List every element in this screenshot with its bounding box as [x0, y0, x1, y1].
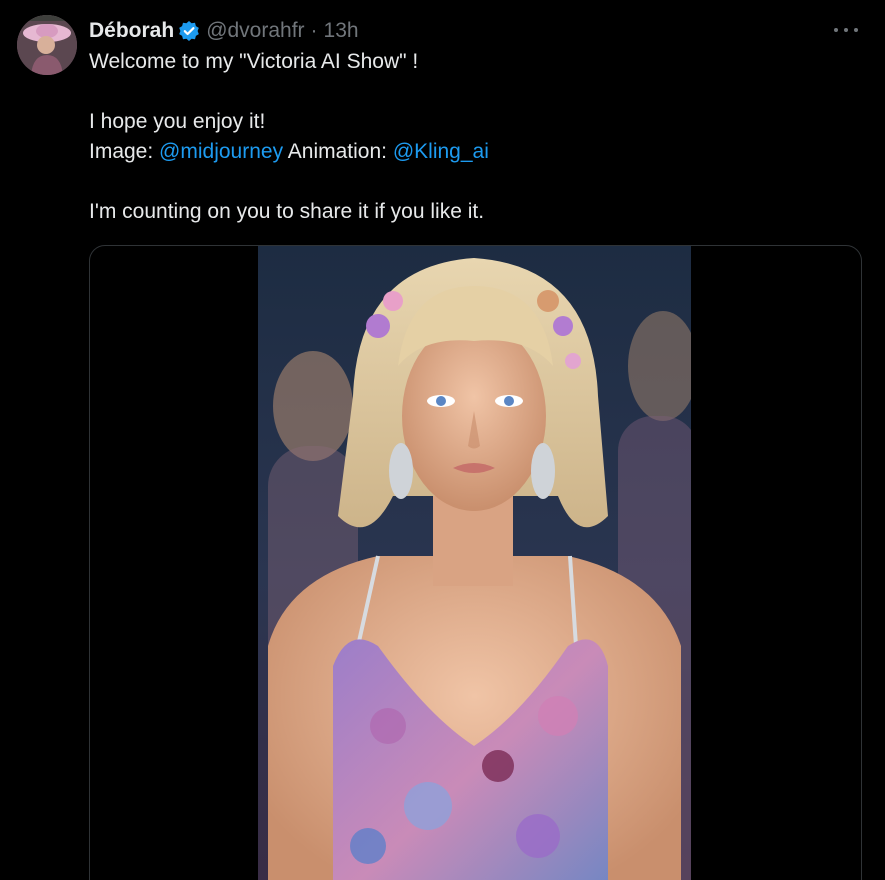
display-name[interactable]: Déborah	[89, 19, 174, 43]
tweet-line-welcome: Welcome to my "Victoria AI Show" !	[89, 50, 419, 73]
verified-badge-icon	[178, 20, 200, 42]
tweet-header: Déborah @dvorahfr · 13h	[89, 17, 359, 45]
more-options-icon[interactable]	[834, 20, 858, 40]
video-frame[interactable]	[258, 246, 691, 880]
media-video[interactable]	[89, 245, 862, 880]
separator-dot: ·	[310, 19, 318, 42]
tweet-line-enjoy: I hope you enjoy it!	[89, 110, 266, 133]
image-label: Image:	[89, 140, 160, 163]
mention-kling-ai[interactable]: @Kling_ai	[393, 140, 489, 163]
handle[interactable]: @dvorahfr	[206, 19, 304, 43]
tweet-line-share: I'm counting on you to share it if you l…	[89, 200, 485, 223]
mention-midjourney[interactable]: @midjourney	[159, 140, 283, 163]
tweet-line-credits: Image: @midjourney Animation: @Kling_ai	[89, 137, 859, 167]
timestamp[interactable]: 13h	[324, 19, 359, 43]
animation-label: Animation:	[287, 140, 393, 163]
tweet: Déborah @dvorahfr · 13h Welcome to my "V…	[0, 0, 885, 880]
avatar[interactable]	[17, 15, 77, 75]
tweet-text: Welcome to my "Victoria AI Show" ! I hop…	[89, 47, 859, 227]
